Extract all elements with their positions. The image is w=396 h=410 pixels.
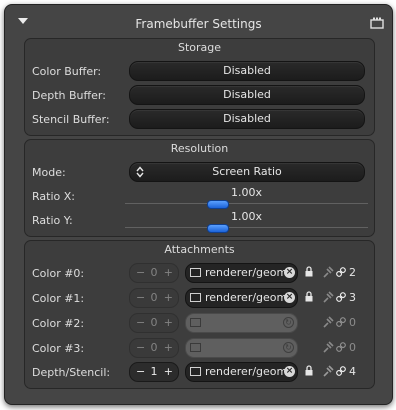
texture-name: renderer/geom [205, 266, 288, 279]
browse-texture-icon[interactable]: ↻ [283, 317, 294, 328]
increment-button[interactable]: + [164, 264, 173, 282]
link-count: 0 [349, 316, 356, 329]
texture-field[interactable]: renderer/geom × [185, 362, 298, 382]
framebuffer-settings-node: Framebuffer Settings Storage Color Buffe… [4, 4, 393, 405]
attachments-panel: Attachments Color #0: −0 + renderer/geom × 2 C… [24, 240, 375, 389]
lock-icon[interactable] [305, 291, 313, 302]
mode-value: Screen Ratio [212, 165, 282, 178]
color-buffer-label: Color Buffer: [32, 65, 102, 78]
increment-button[interactable]: + [164, 314, 173, 332]
attachment-label: Color #2: [32, 317, 85, 330]
attachment-index-stepper[interactable]: −0 + [129, 263, 179, 283]
texture-field[interactable]: renderer/geom × [185, 288, 298, 308]
pin-icon[interactable] [322, 316, 334, 328]
resolution-panel-title: Resolution [170, 142, 229, 155]
resolution-panel: Resolution Mode: Screen Ratio Ratio X: 1… [24, 139, 375, 237]
depth-buffer-label: Depth Buffer: [32, 89, 106, 102]
attachment-label: Color #0: [32, 267, 85, 280]
node-title: Framebuffer Settings [135, 17, 262, 31]
attachment-label: Depth/Stencil: [32, 366, 111, 379]
up-down-arrows-icon [136, 166, 144, 178]
link-count: 0 [349, 341, 356, 354]
pin-icon[interactable] [322, 266, 334, 278]
stencil-buffer-dropdown[interactable]: Disabled [129, 109, 365, 129]
image-icon [190, 318, 201, 327]
ratio-y-slider-track[interactable] [125, 227, 368, 228]
link-icon[interactable] [336, 317, 346, 327]
increment-button[interactable]: + [164, 363, 173, 381]
texture-field[interactable]: renderer/geom × [185, 263, 298, 283]
mode-label: Mode: [32, 166, 66, 179]
pin-icon[interactable] [322, 365, 334, 377]
ratio-x-slider-handle[interactable] [206, 200, 229, 209]
clear-texture-icon[interactable]: × [284, 267, 295, 278]
attachment-index-stepper[interactable]: −1 + [129, 362, 179, 382]
attachment-index-stepper[interactable]: −0 + [129, 313, 179, 333]
image-icon [190, 367, 201, 376]
attachment-index-stepper[interactable]: −0 + [129, 338, 179, 358]
link-icon[interactable] [336, 267, 346, 277]
link-icon[interactable] [336, 366, 346, 376]
texture-name: renderer/geom [205, 291, 288, 304]
ratio-y-value: 1.00x [230, 210, 262, 223]
lock-icon[interactable] [305, 365, 313, 376]
image-icon [190, 268, 201, 277]
attachment-label: Color #3: [32, 342, 85, 355]
ratio-x-slider-track[interactable] [125, 203, 368, 204]
clear-texture-icon[interactable]: × [284, 292, 295, 303]
link-count: 4 [349, 365, 356, 378]
ratio-y-slider-handle[interactable] [206, 224, 229, 233]
mode-dropdown[interactable]: Screen Ratio [129, 162, 365, 182]
increment-button[interactable]: + [164, 339, 173, 357]
storage-panel-title: Storage [177, 41, 222, 54]
image-icon [190, 293, 201, 302]
texture-field[interactable]: ↻ [185, 313, 298, 333]
link-count: 2 [349, 266, 356, 279]
link-icon[interactable] [336, 292, 346, 302]
attachment-label: Color #1: [32, 292, 85, 305]
link-count: 3 [349, 291, 356, 304]
attachments-panel-title: Attachments [164, 243, 235, 256]
ratio-x-value: 1.00x [230, 186, 262, 199]
ratio-y-label: Ratio Y: [32, 214, 73, 227]
texture-name: renderer/geom [205, 365, 288, 378]
lock-icon[interactable] [305, 266, 313, 277]
node-header[interactable]: Framebuffer Settings [5, 5, 392, 38]
ratio-x-label: Ratio X: [32, 190, 75, 203]
color-buffer-dropdown[interactable]: Disabled [129, 61, 365, 81]
framebuffer-node-icon[interactable] [370, 17, 384, 29]
storage-panel: Storage Color Buffer: Disabled Depth Buf… [24, 38, 375, 136]
image-icon [190, 343, 201, 352]
depth-buffer-dropdown[interactable]: Disabled [129, 85, 365, 105]
link-icon[interactable] [336, 342, 346, 352]
stencil-buffer-label: Stencil Buffer: [32, 113, 110, 126]
clear-texture-icon[interactable]: × [284, 366, 295, 377]
pin-icon[interactable] [322, 291, 334, 303]
attachment-index-stepper[interactable]: −0 + [129, 288, 179, 308]
texture-field[interactable]: ↻ [185, 338, 298, 358]
pin-icon[interactable] [322, 341, 334, 353]
browse-texture-icon[interactable]: ↻ [283, 342, 294, 353]
increment-button[interactable]: + [164, 289, 173, 307]
